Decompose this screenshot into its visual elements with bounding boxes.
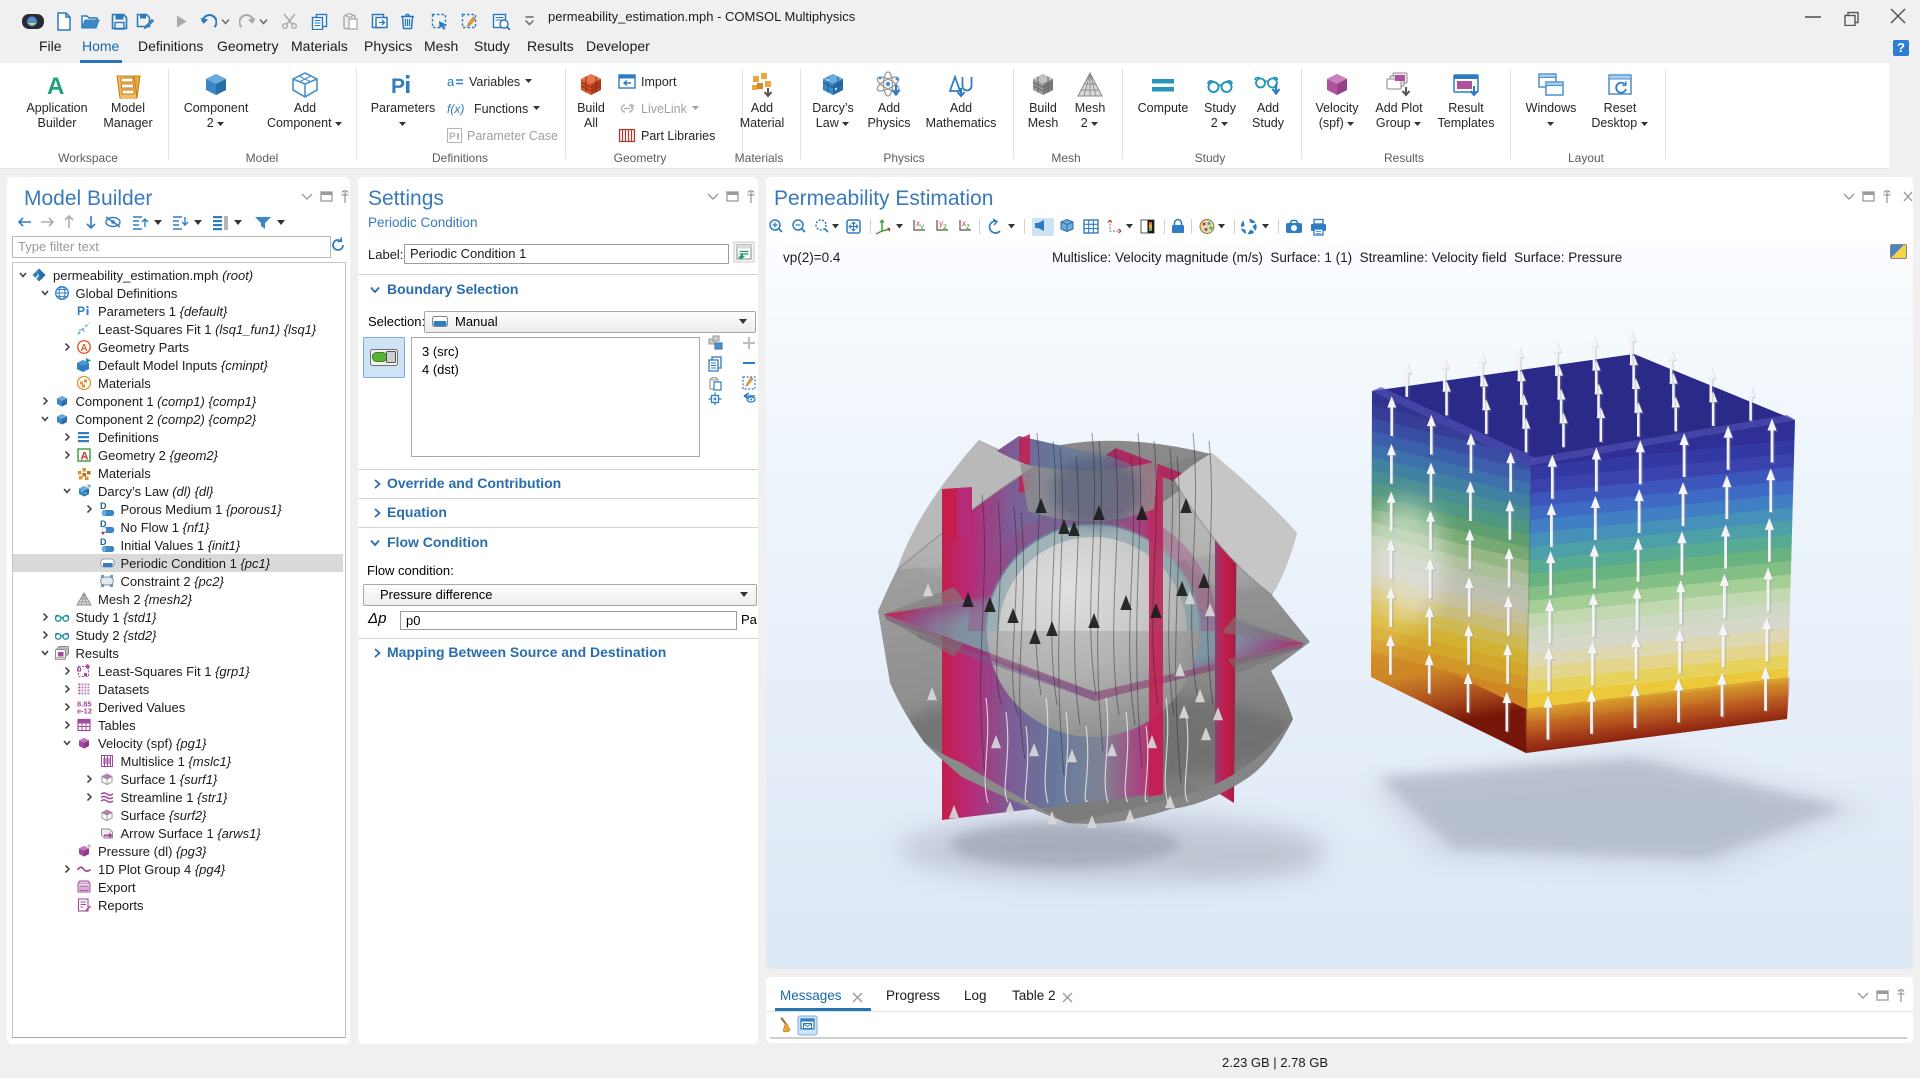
svg-text:a: a [447, 74, 455, 89]
svg-text:f(x): f(x) [447, 102, 464, 116]
svg-text:P: P [449, 132, 456, 143]
svg-text:y: y [920, 222, 924, 231]
svg-text:P: P [391, 75, 405, 98]
svg-text:A: A [81, 451, 89, 463]
svg-text:A: A [47, 73, 64, 99]
svg-text:z: z [943, 222, 947, 231]
svg-text:e-12: e-12 [77, 707, 92, 716]
svg-text:z: z [966, 222, 970, 231]
svg-text:P: P [77, 304, 85, 318]
svg-text:A: A [81, 343, 88, 354]
svg-text:D: D [100, 501, 107, 511]
svg-text:D: D [100, 537, 107, 547]
